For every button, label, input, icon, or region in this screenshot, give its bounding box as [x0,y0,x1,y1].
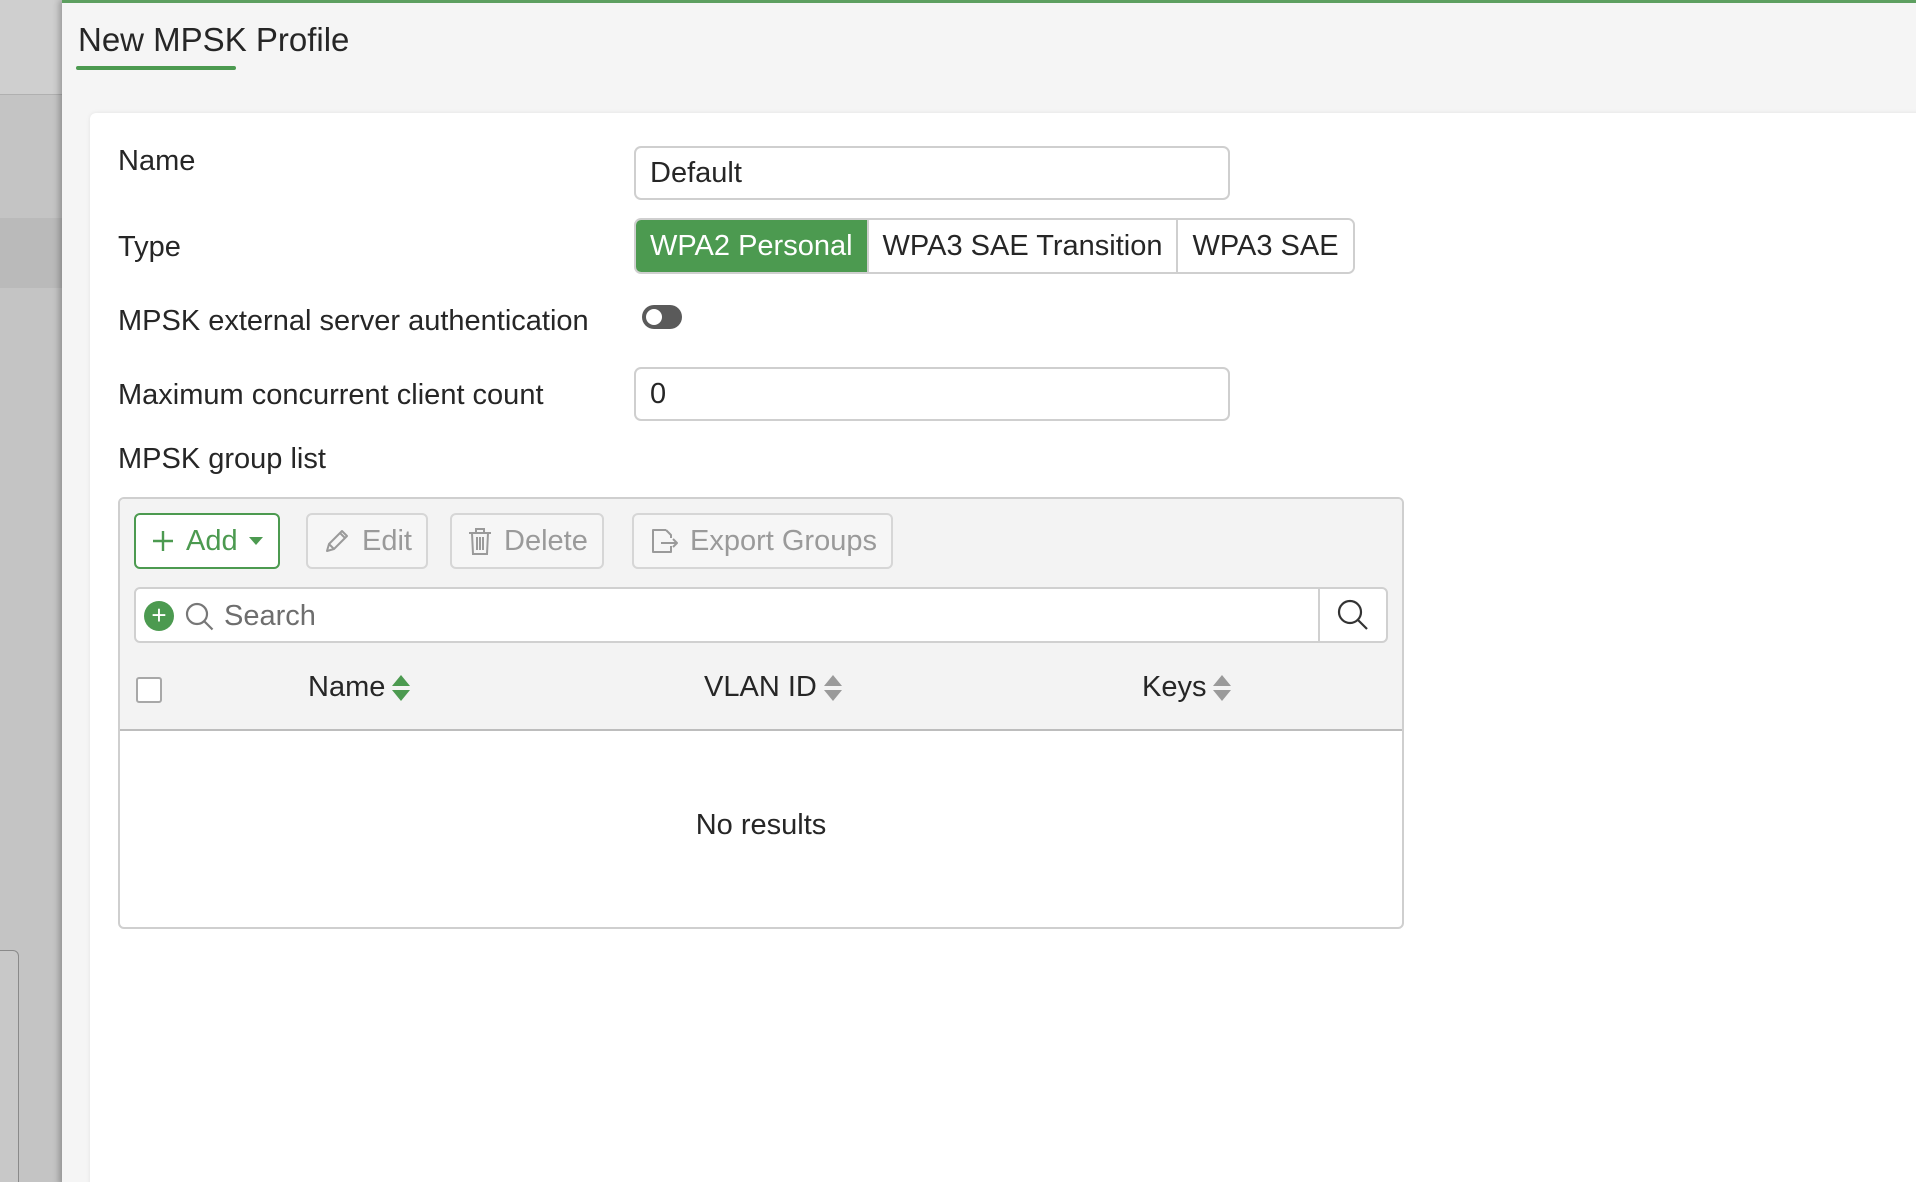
sort-icon [392,674,411,701]
type-label: Type [118,231,181,263]
column-header-label: VLAN ID [704,671,817,703]
search-button[interactable] [1318,589,1386,641]
column-header-keys[interactable]: Keys [1142,671,1232,704]
table-toolbar-area: Add Edit Delete Export Groups + Search N… [120,499,1402,731]
max-clients-label: Maximum concurrent client count [118,379,544,411]
column-header-label: Keys [1142,671,1207,703]
pencil-icon [326,530,348,552]
column-header-label: Name [308,671,386,703]
type-option-wpa3-sae[interactable]: WPA3 SAE [1178,220,1353,272]
external-auth-toggle[interactable] [642,305,682,329]
search-bar: + [134,587,1388,643]
delete-button-label: Delete [504,524,588,557]
search-icon [185,602,214,631]
panel-title: New MPSK Profile [78,21,350,58]
edit-button-label: Edit [362,524,412,557]
name-label: Name [118,145,196,177]
sort-icon [1213,674,1232,701]
background-row [0,218,62,288]
background-header [0,0,62,95]
edit-button[interactable]: Edit [306,513,428,569]
background-fragment [0,950,19,1182]
toggle-knob [646,309,662,325]
column-header-vlan-id[interactable]: VLAN ID [704,671,843,704]
search-input[interactable] [222,595,1226,637]
trash-icon [469,528,491,555]
add-button-label: Add [186,524,238,557]
select-all-checkbox[interactable] [136,677,162,703]
name-field[interactable] [634,146,1230,200]
mpsk-group-table: Add Edit Delete Export Groups + Search N… [118,497,1404,929]
external-auth-label: MPSK external server authentication [118,305,589,337]
export-icon [652,529,678,553]
add-filter-icon[interactable]: + [144,601,174,631]
max-clients-field[interactable] [634,367,1230,421]
empty-state-text: No results [695,809,827,841]
delete-button[interactable]: Delete [450,513,604,569]
background-page [0,0,62,1182]
add-button[interactable]: Add [134,513,280,569]
group-list-label: MPSK group list [118,443,326,475]
caret-down-icon [248,537,263,545]
plus-icon [153,531,173,551]
type-option-wpa2-personal[interactable]: WPA2 Personal [636,220,869,272]
type-option-wpa3-sae-transition[interactable]: WPA3 SAE Transition [868,220,1179,272]
form-card: Name Type WPA2 Personal WPA3 SAE Transit… [90,113,1916,1182]
export-groups-button[interactable]: Export Groups [632,513,893,569]
search-icon [1337,599,1368,630]
panel-title-underline [76,66,236,70]
export-groups-label: Export Groups [690,524,877,557]
slide-out-panel: New MPSK Profile Name Type WPA2 Personal… [62,0,1916,1182]
column-header-name[interactable]: Name [308,671,411,704]
sort-icon [823,674,842,701]
type-selector: WPA2 Personal WPA3 SAE Transition WPA3 S… [634,218,1355,274]
